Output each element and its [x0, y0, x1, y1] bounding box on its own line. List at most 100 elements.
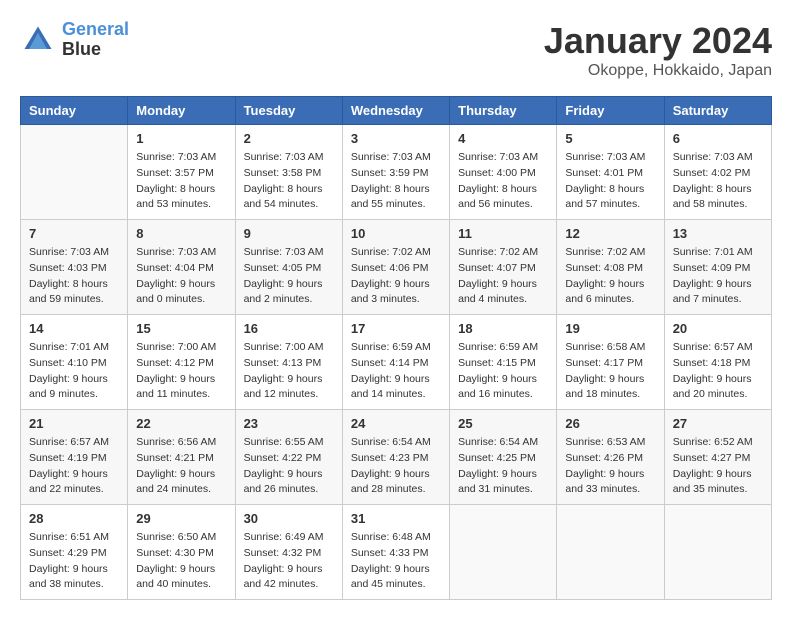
day-info: Sunrise: 7:03 AM Sunset: 4:04 PM Dayligh… — [136, 245, 226, 308]
calendar-cell: 10 Sunrise: 7:02 AM Sunset: 4:06 PM Dayl… — [342, 220, 449, 315]
day-info: Sunrise: 6:54 AM Sunset: 4:25 PM Dayligh… — [458, 435, 548, 498]
calendar-cell: 21 Sunrise: 6:57 AM Sunset: 4:19 PM Dayl… — [21, 410, 128, 505]
day-info: Sunrise: 6:50 AM Sunset: 4:30 PM Dayligh… — [136, 530, 226, 593]
day-number: 6 — [673, 131, 763, 146]
day-info: Sunrise: 7:03 AM Sunset: 3:58 PM Dayligh… — [244, 150, 334, 213]
day-number: 24 — [351, 416, 441, 431]
day-info: Sunrise: 6:49 AM Sunset: 4:32 PM Dayligh… — [244, 530, 334, 593]
col-sunday: Sunday — [21, 97, 128, 125]
col-wednesday: Wednesday — [342, 97, 449, 125]
logo-icon — [20, 22, 56, 58]
calendar-cell: 27 Sunrise: 6:52 AM Sunset: 4:27 PM Dayl… — [664, 410, 771, 505]
day-number: 1 — [136, 131, 226, 146]
day-info: Sunrise: 6:54 AM Sunset: 4:23 PM Dayligh… — [351, 435, 441, 498]
day-info: Sunrise: 7:01 AM Sunset: 4:10 PM Dayligh… — [29, 340, 119, 403]
calendar-cell: 30 Sunrise: 6:49 AM Sunset: 4:32 PM Dayl… — [235, 505, 342, 600]
day-number: 2 — [244, 131, 334, 146]
page-header: General Blue January 2024 Okoppe, Hokkai… — [20, 20, 772, 80]
day-info: Sunrise: 6:59 AM Sunset: 4:14 PM Dayligh… — [351, 340, 441, 403]
calendar-cell: 28 Sunrise: 6:51 AM Sunset: 4:29 PM Dayl… — [21, 505, 128, 600]
calendar-cell — [664, 505, 771, 600]
calendar-cell: 11 Sunrise: 7:02 AM Sunset: 4:07 PM Dayl… — [450, 220, 557, 315]
day-info: Sunrise: 6:58 AM Sunset: 4:17 PM Dayligh… — [565, 340, 655, 403]
calendar-week-1: 1 Sunrise: 7:03 AM Sunset: 3:57 PM Dayli… — [21, 125, 772, 220]
logo-text: General Blue — [62, 20, 129, 60]
col-friday: Friday — [557, 97, 664, 125]
calendar-cell — [21, 125, 128, 220]
col-thursday: Thursday — [450, 97, 557, 125]
day-info: Sunrise: 6:55 AM Sunset: 4:22 PM Dayligh… — [244, 435, 334, 498]
day-info: Sunrise: 7:03 AM Sunset: 3:59 PM Dayligh… — [351, 150, 441, 213]
logo: General Blue — [20, 20, 129, 60]
day-number: 17 — [351, 321, 441, 336]
calendar-cell: 3 Sunrise: 7:03 AM Sunset: 3:59 PM Dayli… — [342, 125, 449, 220]
month-title: January 2024 — [544, 20, 772, 62]
calendar-cell: 29 Sunrise: 6:50 AM Sunset: 4:30 PM Dayl… — [128, 505, 235, 600]
day-number: 22 — [136, 416, 226, 431]
calendar-week-3: 14 Sunrise: 7:01 AM Sunset: 4:10 PM Dayl… — [21, 315, 772, 410]
col-monday: Monday — [128, 97, 235, 125]
day-info: Sunrise: 7:02 AM Sunset: 4:06 PM Dayligh… — [351, 245, 441, 308]
day-number: 28 — [29, 511, 119, 526]
day-number: 15 — [136, 321, 226, 336]
day-number: 9 — [244, 226, 334, 241]
calendar-cell: 12 Sunrise: 7:02 AM Sunset: 4:08 PM Dayl… — [557, 220, 664, 315]
calendar-cell: 23 Sunrise: 6:55 AM Sunset: 4:22 PM Dayl… — [235, 410, 342, 505]
day-number: 13 — [673, 226, 763, 241]
day-number: 5 — [565, 131, 655, 146]
calendar-cell: 9 Sunrise: 7:03 AM Sunset: 4:05 PM Dayli… — [235, 220, 342, 315]
calendar-body: 1 Sunrise: 7:03 AM Sunset: 3:57 PM Dayli… — [21, 125, 772, 600]
day-info: Sunrise: 7:01 AM Sunset: 4:09 PM Dayligh… — [673, 245, 763, 308]
calendar-cell: 16 Sunrise: 7:00 AM Sunset: 4:13 PM Dayl… — [235, 315, 342, 410]
calendar-cell: 8 Sunrise: 7:03 AM Sunset: 4:04 PM Dayli… — [128, 220, 235, 315]
day-info: Sunrise: 7:00 AM Sunset: 4:13 PM Dayligh… — [244, 340, 334, 403]
day-number: 23 — [244, 416, 334, 431]
day-number: 18 — [458, 321, 548, 336]
day-number: 3 — [351, 131, 441, 146]
day-info: Sunrise: 6:57 AM Sunset: 4:18 PM Dayligh… — [673, 340, 763, 403]
day-number: 8 — [136, 226, 226, 241]
calendar-cell: 7 Sunrise: 7:03 AM Sunset: 4:03 PM Dayli… — [21, 220, 128, 315]
calendar-cell — [557, 505, 664, 600]
day-number: 4 — [458, 131, 548, 146]
calendar-cell: 15 Sunrise: 7:00 AM Sunset: 4:12 PM Dayl… — [128, 315, 235, 410]
day-info: Sunrise: 7:02 AM Sunset: 4:07 PM Dayligh… — [458, 245, 548, 308]
day-number: 26 — [565, 416, 655, 431]
day-info: Sunrise: 6:53 AM Sunset: 4:26 PM Dayligh… — [565, 435, 655, 498]
day-number: 21 — [29, 416, 119, 431]
day-info: Sunrise: 7:03 AM Sunset: 3:57 PM Dayligh… — [136, 150, 226, 213]
day-info: Sunrise: 6:59 AM Sunset: 4:15 PM Dayligh… — [458, 340, 548, 403]
day-number: 11 — [458, 226, 548, 241]
day-info: Sunrise: 6:52 AM Sunset: 4:27 PM Dayligh… — [673, 435, 763, 498]
day-number: 20 — [673, 321, 763, 336]
day-info: Sunrise: 7:03 AM Sunset: 4:02 PM Dayligh… — [673, 150, 763, 213]
day-info: Sunrise: 7:03 AM Sunset: 4:05 PM Dayligh… — [244, 245, 334, 308]
calendar-cell: 18 Sunrise: 6:59 AM Sunset: 4:15 PM Dayl… — [450, 315, 557, 410]
calendar-cell: 14 Sunrise: 7:01 AM Sunset: 4:10 PM Dayl… — [21, 315, 128, 410]
day-number: 19 — [565, 321, 655, 336]
calendar-cell: 20 Sunrise: 6:57 AM Sunset: 4:18 PM Dayl… — [664, 315, 771, 410]
calendar-cell: 13 Sunrise: 7:01 AM Sunset: 4:09 PM Dayl… — [664, 220, 771, 315]
title-block: January 2024 Okoppe, Hokkaido, Japan — [544, 20, 772, 80]
calendar-cell: 31 Sunrise: 6:48 AM Sunset: 4:33 PM Dayl… — [342, 505, 449, 600]
calendar-cell: 26 Sunrise: 6:53 AM Sunset: 4:26 PM Dayl… — [557, 410, 664, 505]
calendar-cell: 25 Sunrise: 6:54 AM Sunset: 4:25 PM Dayl… — [450, 410, 557, 505]
calendar-header: Sunday Monday Tuesday Wednesday Thursday… — [21, 97, 772, 125]
day-info: Sunrise: 6:51 AM Sunset: 4:29 PM Dayligh… — [29, 530, 119, 593]
day-number: 25 — [458, 416, 548, 431]
day-number: 12 — [565, 226, 655, 241]
day-number: 31 — [351, 511, 441, 526]
location: Okoppe, Hokkaido, Japan — [544, 62, 772, 80]
day-number: 7 — [29, 226, 119, 241]
day-info: Sunrise: 7:03 AM Sunset: 4:01 PM Dayligh… — [565, 150, 655, 213]
calendar-cell: 5 Sunrise: 7:03 AM Sunset: 4:01 PM Dayli… — [557, 125, 664, 220]
calendar-cell: 17 Sunrise: 6:59 AM Sunset: 4:14 PM Dayl… — [342, 315, 449, 410]
day-info: Sunrise: 7:00 AM Sunset: 4:12 PM Dayligh… — [136, 340, 226, 403]
day-number: 30 — [244, 511, 334, 526]
calendar-cell: 2 Sunrise: 7:03 AM Sunset: 3:58 PM Dayli… — [235, 125, 342, 220]
calendar-cell: 24 Sunrise: 6:54 AM Sunset: 4:23 PM Dayl… — [342, 410, 449, 505]
calendar-table: Sunday Monday Tuesday Wednesday Thursday… — [20, 96, 772, 600]
day-number: 14 — [29, 321, 119, 336]
calendar-cell: 4 Sunrise: 7:03 AM Sunset: 4:00 PM Dayli… — [450, 125, 557, 220]
day-info: Sunrise: 7:02 AM Sunset: 4:08 PM Dayligh… — [565, 245, 655, 308]
